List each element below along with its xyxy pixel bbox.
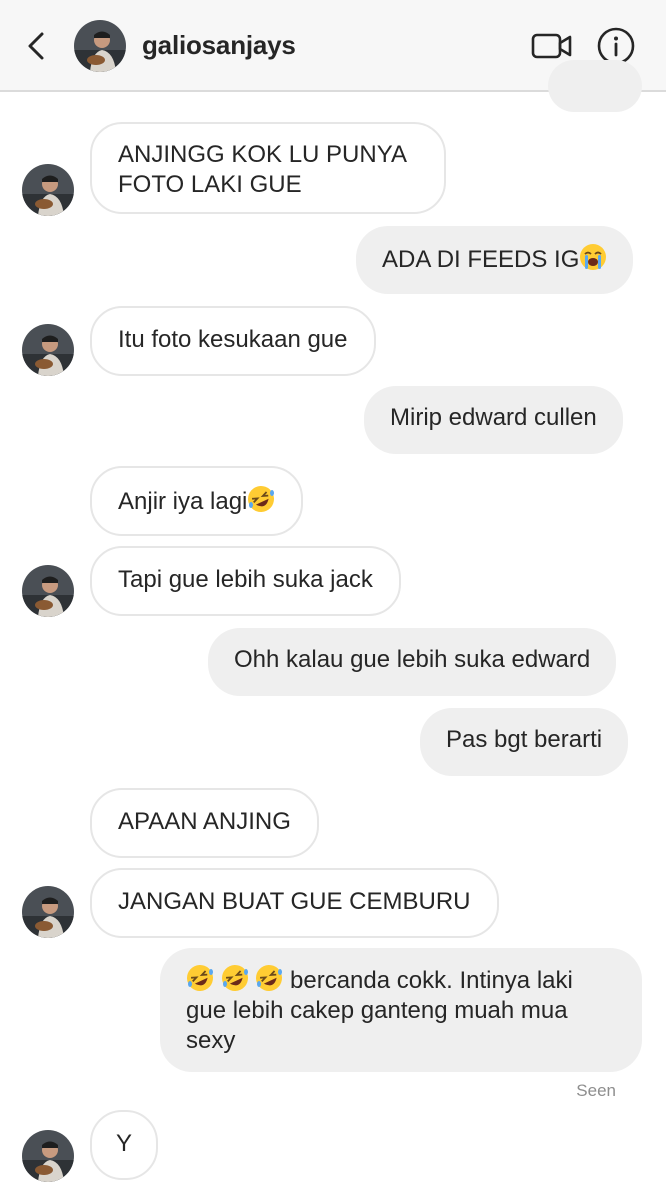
message-text: Tapi gue lebih suka jack (118, 566, 373, 593)
message-text: Ohh kalau gue lebih suka edward (234, 646, 591, 673)
video-camera-icon[interactable] (530, 28, 574, 64)
message-bubble-incoming[interactable]: JANGAN BUAT GUE CEMBURU (90, 868, 499, 938)
message-bubble-partial (548, 60, 642, 112)
message-bubble-incoming[interactable]: Tapi gue lebih suka jack (90, 546, 401, 616)
chevron-left-icon[interactable] (22, 28, 52, 64)
avatar[interactable] (22, 1130, 74, 1182)
message-text: Pas bgt berarti (446, 726, 603, 753)
chat-username[interactable]: galiosanjays (142, 30, 296, 61)
message-bubble-incoming[interactable]: ANJINGG KOK LU PUNYA FOTO LAKI GUE (90, 122, 446, 214)
message-text: Anjir iya lagi (118, 488, 248, 515)
message-text: Itu foto kesukaan gue (118, 326, 348, 353)
rolling-on-floor-laughing-icon (187, 965, 213, 991)
loudly-crying-face-icon (580, 244, 607, 270)
message-text: APAAN ANJING (118, 808, 291, 835)
avatar[interactable] (74, 20, 126, 72)
message-text: JANGAN BUAT GUE CEMBURU (118, 888, 471, 915)
message-bubble-incoming[interactable]: Anjir iya lagi (90, 466, 304, 536)
message-bubble-outgoing[interactable]: Mirip edward cullen (364, 386, 623, 454)
avatar[interactable] (22, 565, 74, 617)
message-bubble-outgoing[interactable]: ADA DI FEEDS IG (356, 226, 634, 294)
rolling-on-floor-laughing-icon (256, 965, 283, 991)
message-bubble-incoming[interactable]: Y (90, 1110, 158, 1180)
avatar[interactable] (22, 324, 74, 376)
avatar[interactable] (22, 886, 74, 938)
rolling-on-floor-laughing-icon (221, 965, 248, 991)
message-text: Mirip edward cullen (390, 404, 597, 431)
message-bubble-outgoing[interactable]: Pas bgt berarti (420, 708, 629, 776)
message-text: Y (115, 1130, 132, 1157)
message-bubble-outgoing[interactable]: bercanda cokk. Intinya laki gue lebih ca… (160, 948, 642, 1072)
rolling-on-floor-laughing-icon (248, 486, 275, 512)
message-bubble-outgoing[interactable]: Ohh kalau gue lebih suka edward (208, 628, 617, 696)
seen-status: Seen (576, 1081, 616, 1100)
message-bubble-incoming[interactable]: APAAN ANJING (90, 788, 319, 858)
message-text: ANJINGG KOK LU PUNYA FOTO LAKI GUE (118, 141, 406, 198)
message-bubble-incoming[interactable]: Itu foto kesukaan gue (90, 306, 376, 376)
message-text: ADA DI FEEDS IG (382, 246, 580, 273)
avatar[interactable] (22, 164, 74, 216)
